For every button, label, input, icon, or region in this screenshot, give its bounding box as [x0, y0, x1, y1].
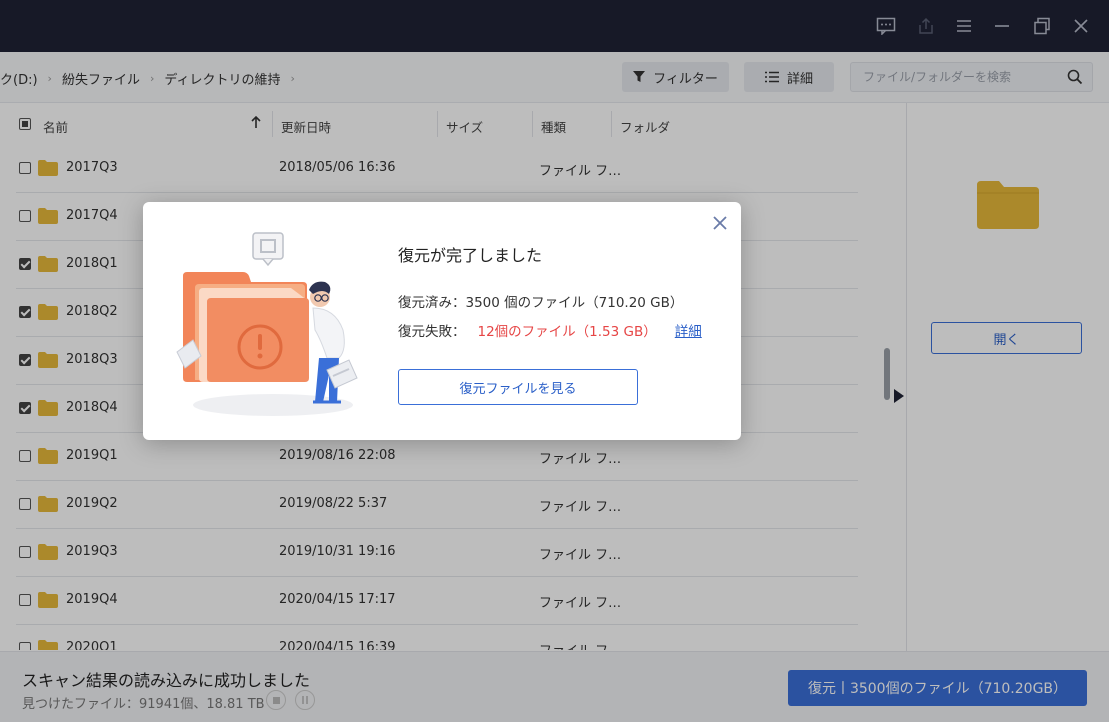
failed-label: 復元失敗： [398, 324, 466, 340]
view-recovered-files-button[interactable]: 復元ファイルを見る [398, 369, 638, 405]
recovered-summary: 復元済み：3500 個のファイル（710.20 GB） [398, 295, 684, 311]
detail-link[interactable]: 詳細 [675, 324, 702, 340]
dialog-title: 復元が完了しました [398, 246, 543, 265]
recovery-warning-illustration [176, 232, 358, 416]
failed-count: 12個のファイル（1.53 GB） [477, 324, 657, 340]
close-icon[interactable] [711, 214, 729, 232]
failed-summary: 復元失敗： 12個のファイル（1.53 GB） 詳細 [398, 320, 702, 340]
recovery-complete-dialog: 復元が完了しました 復元済み：3500 個のファイル（710.20 GB） 復元… [143, 202, 741, 440]
